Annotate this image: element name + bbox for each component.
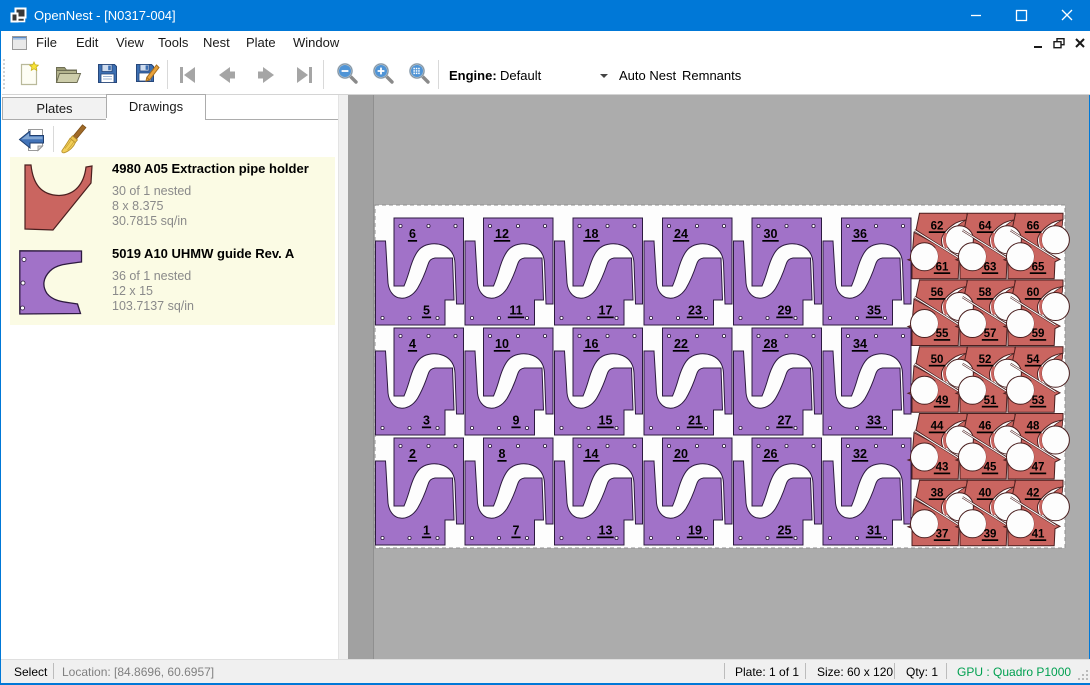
svg-text:32: 32 (853, 447, 867, 461)
svg-text:7: 7 (513, 524, 520, 538)
svg-text:64: 64 (979, 220, 992, 232)
svg-text:3: 3 (423, 414, 430, 428)
svg-text:57: 57 (984, 328, 997, 340)
svg-text:41: 41 (1032, 528, 1045, 540)
svg-text:55: 55 (936, 328, 949, 340)
svg-text:8: 8 (499, 447, 506, 461)
svg-text:58: 58 (979, 287, 992, 299)
svg-text:11: 11 (509, 304, 522, 318)
svg-text:34: 34 (853, 337, 867, 351)
svg-text:43: 43 (936, 462, 949, 474)
svg-text:65: 65 (1032, 261, 1045, 273)
svg-text:5: 5 (423, 304, 430, 318)
svg-text:15: 15 (599, 414, 613, 428)
svg-text:45: 45 (984, 462, 997, 474)
svg-text:47: 47 (1032, 462, 1045, 474)
svg-text:2: 2 (409, 447, 416, 461)
svg-text:50: 50 (931, 354, 944, 366)
svg-text:48: 48 (1027, 421, 1040, 433)
svg-text:26: 26 (764, 447, 778, 461)
svg-text:17: 17 (599, 304, 613, 318)
svg-text:37: 37 (936, 528, 949, 540)
svg-text:9: 9 (513, 414, 520, 428)
svg-text:49: 49 (936, 395, 949, 407)
svg-text:46: 46 (979, 421, 992, 433)
svg-text:35: 35 (867, 304, 881, 318)
svg-text:62: 62 (931, 220, 944, 232)
svg-text:22: 22 (674, 337, 688, 351)
svg-text:59: 59 (1032, 328, 1045, 340)
svg-text:29: 29 (778, 304, 792, 318)
svg-text:39: 39 (984, 528, 997, 540)
svg-text:53: 53 (1032, 395, 1045, 407)
svg-text:12: 12 (495, 227, 509, 241)
svg-text:38: 38 (931, 487, 944, 499)
svg-text:4: 4 (409, 337, 416, 351)
svg-text:63: 63 (984, 261, 997, 273)
svg-text:19: 19 (688, 524, 702, 538)
svg-text:40: 40 (979, 487, 992, 499)
svg-text:61: 61 (936, 261, 949, 273)
svg-text:25: 25 (778, 524, 792, 538)
svg-text:1: 1 (423, 524, 430, 538)
svg-text:52: 52 (979, 354, 992, 366)
svg-text:31: 31 (867, 524, 881, 538)
svg-text:51: 51 (984, 395, 997, 407)
svg-text:28: 28 (764, 337, 778, 351)
svg-text:16: 16 (585, 337, 599, 351)
svg-text:10: 10 (495, 337, 509, 351)
svg-text:30: 30 (764, 227, 778, 241)
svg-text:18: 18 (585, 227, 599, 241)
svg-text:24: 24 (674, 227, 688, 241)
svg-text:66: 66 (1027, 220, 1040, 232)
svg-text:60: 60 (1027, 287, 1040, 299)
svg-text:44: 44 (931, 421, 944, 433)
svg-text:36: 36 (853, 227, 867, 241)
svg-text:42: 42 (1027, 487, 1040, 499)
svg-text:33: 33 (867, 414, 881, 428)
svg-text:27: 27 (778, 414, 792, 428)
svg-text:20: 20 (674, 447, 688, 461)
svg-text:13: 13 (599, 524, 613, 538)
svg-text:23: 23 (688, 304, 702, 318)
svg-text:56: 56 (931, 287, 944, 299)
svg-text:14: 14 (585, 447, 599, 461)
svg-text:54: 54 (1027, 354, 1040, 366)
svg-text:21: 21 (688, 414, 702, 428)
svg-text:6: 6 (409, 227, 416, 241)
